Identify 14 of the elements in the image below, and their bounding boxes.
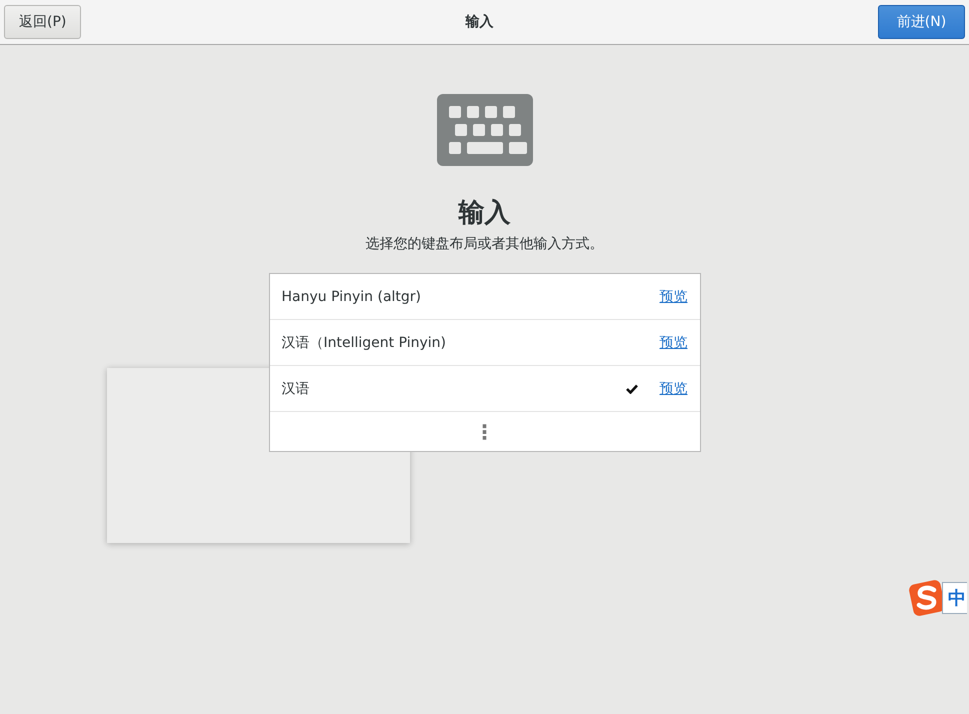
next-button[interactable]: 前进(N) bbox=[878, 5, 965, 39]
input-source-name: Hanyu Pinyin (altgr) bbox=[282, 288, 422, 304]
input-source-name: 汉语 bbox=[282, 380, 310, 396]
more-button[interactable]: ⋮ bbox=[470, 420, 498, 444]
back-button[interactable]: 返回(P) bbox=[4, 5, 82, 39]
keyboard-icon bbox=[436, 94, 532, 166]
page-subtitle: 选择您的键盘布局或者其他输入方式。 bbox=[366, 235, 604, 254]
preview-link[interactable]: 预览 bbox=[660, 334, 688, 352]
header-title: 输入 bbox=[466, 13, 494, 31]
page-title: 输入 bbox=[458, 197, 510, 230]
preview-link[interactable]: 预览 bbox=[660, 288, 688, 306]
ime-mode-indicator[interactable]: 中 bbox=[942, 582, 967, 614]
preview-link[interactable]: 预览 bbox=[660, 380, 688, 398]
input-source-name: 汉语（Intelligent Pinyin) bbox=[282, 334, 446, 350]
